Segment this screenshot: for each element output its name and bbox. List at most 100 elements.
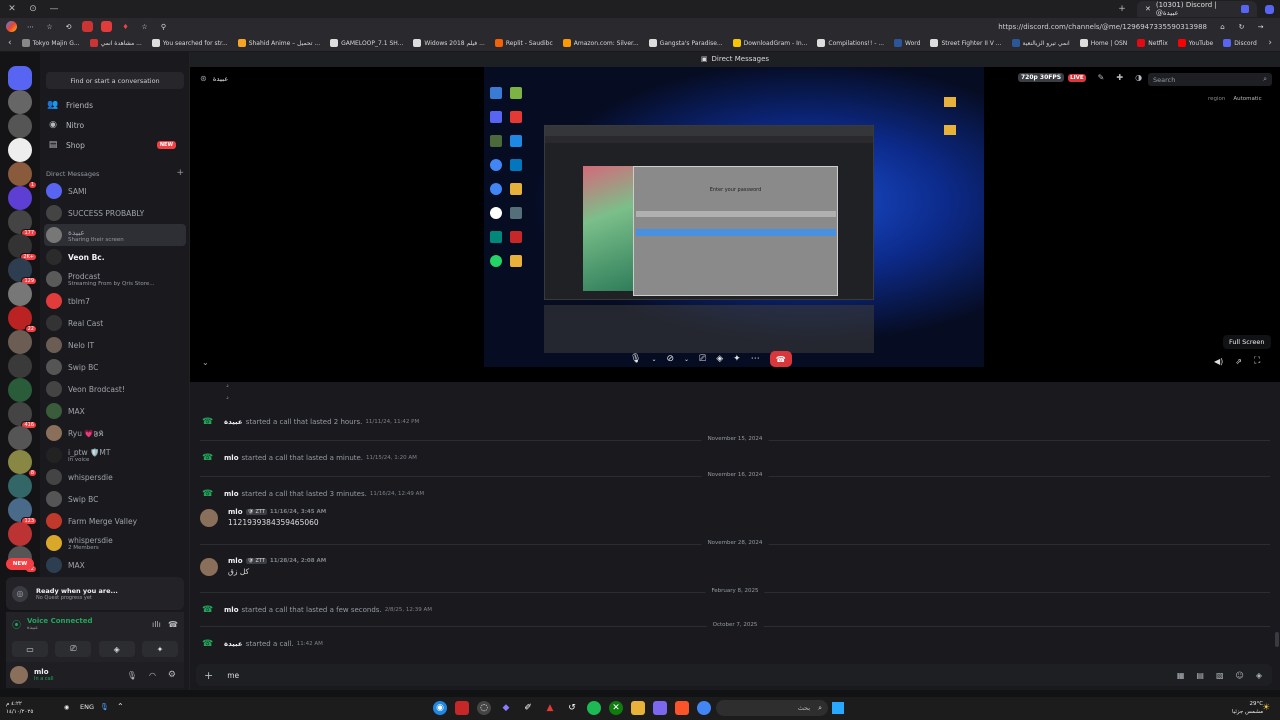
- server-icon[interactable]: 2K+: [8, 234, 37, 261]
- server-icon[interactable]: [8, 522, 32, 546]
- dm-item[interactable]: whispersdie: [44, 466, 186, 488]
- app-icon[interactable]: [455, 701, 469, 715]
- server-icon[interactable]: 8: [8, 450, 37, 477]
- soundboard-icon[interactable]: ✦: [141, 641, 178, 657]
- soundboard-icon-2[interactable]: ✦: [733, 354, 741, 364]
- url-field[interactable]: https://discord.com/channels/@me/1296947…: [998, 23, 1207, 31]
- server-icon[interactable]: 129: [8, 258, 37, 285]
- mic-tray-icon[interactable]: 🎙: [100, 703, 109, 711]
- chrome-icon[interactable]: [697, 701, 711, 715]
- bookmark-item[interactable]: Amazon.com: Silver...: [562, 39, 639, 47]
- server-icon[interactable]: [8, 426, 32, 450]
- brave-icon[interactable]: [675, 701, 689, 715]
- bookmark-item[interactable]: Gangsta's Paradise...: [648, 39, 723, 47]
- clock[interactable]: ٤:٢٢ م ١٤/١٠/٢٠٢٥: [6, 700, 33, 716]
- menu-dots-icon[interactable]: ⋯: [25, 21, 36, 32]
- noise-suppression-icon[interactable]: ıllı: [152, 620, 161, 629]
- avatar[interactable]: [200, 558, 218, 576]
- app-icon-5[interactable]: ▲: [543, 701, 557, 715]
- windows-start-icon[interactable]: [832, 702, 844, 714]
- extension-icon[interactable]: [82, 21, 93, 32]
- user-profile-icon[interactable]: ◑: [1135, 73, 1142, 82]
- pin-icon[interactable]: ⊙: [27, 3, 39, 15]
- share-screen-icon[interactable]: ⎚: [699, 354, 706, 364]
- dm-item[interactable]: عبيدة Sharing their screen: [44, 224, 186, 246]
- server-icon[interactable]: [8, 330, 32, 354]
- app-icon-6[interactable]: ↺: [565, 701, 579, 715]
- nav-item-shop[interactable]: ▤ Shop NEW: [46, 136, 184, 154]
- weather-widget[interactable]: 29°C مشمس جزئيا: [1232, 700, 1263, 716]
- bookmark-item[interactable]: Netflix: [1137, 39, 1168, 47]
- quest-panel[interactable]: ◎ Ready when you are... No Quest progres…: [6, 577, 184, 610]
- server-icon[interactable]: [8, 378, 32, 402]
- file-explorer-icon[interactable]: [631, 701, 645, 715]
- signal-icon[interactable]: ⦿: [12, 618, 21, 631]
- home-button[interactable]: [8, 66, 32, 90]
- history-icon[interactable]: ⟲: [63, 21, 74, 32]
- dm-item[interactable]: Swip BC: [44, 356, 186, 378]
- dm-item[interactable]: whispersdie 2 Members: [44, 532, 186, 554]
- server-icon[interactable]: 416: [8, 402, 37, 429]
- server-icon[interactable]: [8, 114, 32, 138]
- activity-icon[interactable]: ◈: [98, 641, 135, 657]
- bookmark-item[interactable]: Compilations!! - ...: [817, 39, 884, 47]
- bookmark-item[interactable]: DownloadGram - In...: [732, 39, 807, 47]
- bookmark-item[interactable]: انمي تيرو الزيالنعية: [1011, 39, 1070, 47]
- add-friends-icon[interactable]: ✚: [1116, 73, 1123, 82]
- bookmark-item[interactable]: Tokyo Majin G...: [21, 39, 80, 47]
- add-attachment-icon[interactable]: +: [204, 669, 213, 682]
- extension-icon-3[interactable]: ♦: [120, 21, 131, 32]
- fullscreen-icon[interactable]: ⛶: [1254, 356, 1260, 366]
- nav-item-nitro[interactable]: ◉ Nitro: [46, 116, 184, 134]
- bookmark-item[interactable]: Replit - Saudibc: [494, 39, 553, 47]
- dm-item[interactable]: SUCCESS PROBABLY: [44, 202, 186, 224]
- dm-item[interactable]: SAMI: [44, 180, 186, 202]
- dm-item[interactable]: Prodcast Streaming From by Qris Store...: [44, 268, 186, 290]
- tab-close-icon[interactable]: ✕: [1145, 5, 1151, 13]
- extension-icon-2[interactable]: [101, 21, 112, 32]
- collapse-chevron-icon[interactable]: ⌄: [202, 358, 209, 367]
- show-hidden-icons-icon[interactable]: ⌃: [117, 702, 124, 711]
- favorite-star-icon[interactable]: ☆: [139, 21, 150, 32]
- server-icon[interactable]: [8, 474, 32, 498]
- server-icon[interactable]: [8, 186, 32, 210]
- search-field[interactable]: Search ⌕: [1148, 73, 1272, 86]
- dm-item[interactable]: i_ptw 🛡️MT In voice: [44, 444, 186, 466]
- add-dm-icon[interactable]: +: [176, 169, 184, 178]
- server-icon[interactable]: 22: [8, 306, 37, 333]
- nav-item-friends[interactable]: 👥 Friends: [46, 96, 184, 114]
- dm-item[interactable]: MAX: [44, 400, 186, 422]
- camera-options-chevron-icon[interactable]: ⌄: [684, 356, 689, 363]
- dm-item[interactable]: Veon Brodcast!: [44, 378, 186, 400]
- camera-off-icon[interactable]: ⊘: [666, 354, 674, 364]
- disconnect-icon[interactable]: ☎: [168, 620, 178, 629]
- profile-icon[interactable]: [6, 21, 17, 32]
- message-author[interactable]: mlo: [224, 606, 239, 614]
- message-author[interactable]: mlo: [224, 454, 239, 462]
- server-icon[interactable]: [8, 354, 32, 378]
- app-icon-7[interactable]: [653, 701, 667, 715]
- forward-icon[interactable]: →: [1255, 21, 1266, 32]
- reload-icon[interactable]: ↻: [1236, 21, 1247, 32]
- mic-options-chevron-icon[interactable]: ⌄: [651, 356, 656, 363]
- bookmark-item[interactable]: Home | OSN: [1079, 39, 1127, 47]
- message-composer[interactable]: + me ▦ ▤ ▧ ☺ ◈: [196, 664, 1272, 686]
- bookmark-item[interactable]: Discord: [1223, 39, 1257, 47]
- server-icon[interactable]: 177: [8, 210, 37, 237]
- sticker-icon[interactable]: ▧: [1216, 671, 1224, 680]
- screen-share-icon[interactable]: ⎚: [55, 641, 92, 657]
- bookmark-star-icon[interactable]: ☆: [44, 21, 55, 32]
- server-icon[interactable]: [8, 90, 32, 114]
- tab-favicon-icon[interactable]: [1265, 4, 1274, 14]
- volume-icon[interactable]: ◀): [1214, 357, 1223, 366]
- dm-item[interactable]: Nelo IT: [44, 334, 186, 356]
- active-tab[interactable]: ✕ (10301) Discord | @عبيدة: [1137, 1, 1257, 17]
- app-icon-3[interactable]: ◆: [499, 701, 513, 715]
- chat-scrollbar[interactable]: [1275, 632, 1279, 647]
- find-conversation-button[interactable]: Find or start a conversation: [46, 72, 184, 89]
- bookmark-item[interactable]: Word: [894, 39, 920, 47]
- dm-item[interactable]: tblm7: [44, 290, 186, 312]
- server-icon[interactable]: [8, 138, 32, 162]
- home-icon[interactable]: ⌂: [1217, 21, 1228, 32]
- settings-gear-icon[interactable]: ⚙: [168, 670, 176, 680]
